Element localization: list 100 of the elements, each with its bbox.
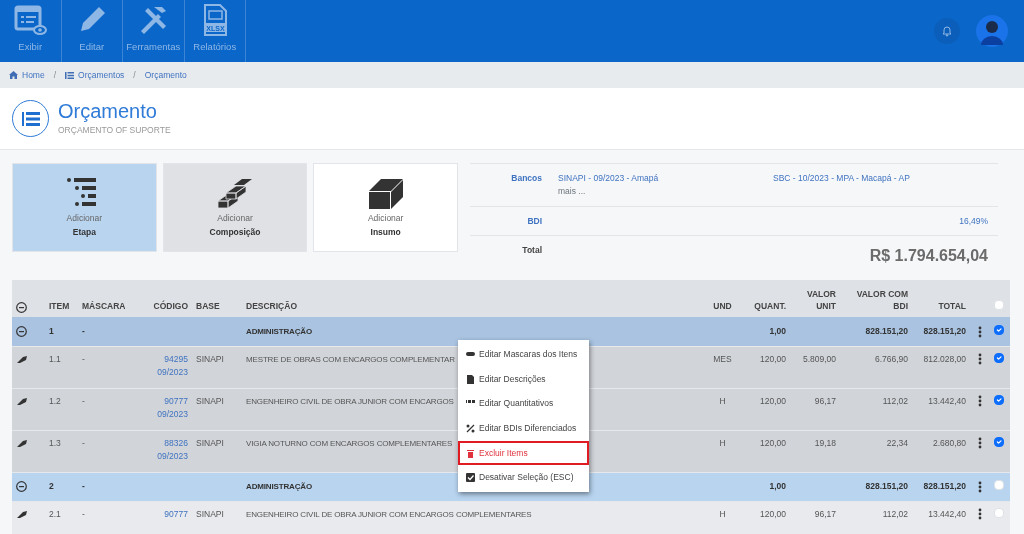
home-icon <box>9 71 18 79</box>
more-options-icon <box>978 437 982 450</box>
table-cell: 120,00 <box>760 508 786 519</box>
bank-link[interactable]: SBC - 10/2023 - MPA - Macapá - AP <box>773 172 988 185</box>
table-cell: VIGIA NOTURNO COM ENCARGOS COMPLEMENTARES <box>246 438 453 448</box>
column-header: QUANT. <box>745 280 790 317</box>
row-checkbox[interactable] <box>994 324 1004 335</box>
table-cell: - <box>82 481 85 492</box>
table-cell: ENGENHEIRO CIVIL DE OBRA JUNIOR COM ENCARGOS <box>246 396 454 406</box>
table-cell: 1.3 <box>49 437 61 448</box>
trash-icon <box>466 448 475 458</box>
trowel-icon <box>16 438 28 448</box>
add-action-button[interactable]: Adicionar Insumo <box>313 163 458 252</box>
table-cell: 5.809,00 <box>802 353 836 364</box>
column-header: UND <box>700 280 745 317</box>
table-cell: 96,17 <box>814 508 836 519</box>
table-cell: 6.766,90 <box>874 353 908 364</box>
menu-item[interactable]: Editar Descrições <box>458 366 589 392</box>
bank-link[interactable]: SINAPI - 09/2023 - Amapá <box>558 172 773 185</box>
table-cell: 1 <box>49 325 54 336</box>
menu-item[interactable]: Editar Mascaras dos Itens <box>458 342 589 367</box>
column-header: BASE <box>192 280 242 317</box>
list-icon <box>65 71 75 79</box>
table-cell: ADMINISTRAÇÃO <box>246 482 313 491</box>
table-cell: MES <box>713 353 732 364</box>
page-title: Orçamento <box>58 100 158 121</box>
trowel-icon <box>16 354 28 364</box>
column-header: MÁSCARA <box>78 280 130 317</box>
more-options-icon <box>978 395 982 408</box>
menu-item[interactable]: Editar BDIs Diferenciados <box>458 416 589 441</box>
field-label: Total <box>521 244 542 258</box>
table-cell: 1.1 <box>49 353 61 364</box>
table-cell: 112,02 <box>882 508 908 519</box>
field-label: BDI <box>526 214 542 228</box>
table-cell: ENGENHEIRO CIVIL DE OBRA JUNIOR COM ENCARGOS COMPLEMENTARES <box>246 509 532 519</box>
breadcrumb-link[interactable]: Orçamentos <box>65 68 125 82</box>
collapse-icon <box>16 301 27 313</box>
table-cell: 19,18 <box>814 437 836 448</box>
table-cell: ADMINISTRAÇÃO <box>246 326 313 336</box>
table-cell: 812.028,00 <box>923 353 966 364</box>
mask-icon <box>466 349 475 359</box>
table-cell: SINAPI <box>196 508 224 519</box>
table-cell: 828.151,20 <box>923 325 966 336</box>
table-cell: 2.680,80 <box>932 437 966 448</box>
column-header: CÓDIGO <box>130 280 192 317</box>
bdi-value: 16,49% <box>959 214 988 228</box>
more-options-icon <box>978 353 982 366</box>
table-cell: H <box>719 395 726 406</box>
add-action-button[interactable]: Adicionar Etapa <box>12 163 157 252</box>
table-cell: SINAPI <box>196 353 224 364</box>
breadcrumb-separator: / <box>133 68 136 82</box>
trowel-icon <box>16 509 28 519</box>
block-icon <box>366 176 405 211</box>
table-cell: 2 <box>49 481 54 492</box>
notifications-button[interactable] <box>934 18 960 44</box>
table-cell: 13.442,40 <box>928 508 966 519</box>
table-cell: 22,34 <box>886 437 908 448</box>
table-cell: SINAPI <box>196 437 224 448</box>
page-subtitle: ORÇAMENTO OF SUPORTE <box>58 123 171 137</box>
column-header: VALOR COM BDI <box>840 280 912 317</box>
table-cell: H <box>719 508 726 519</box>
menu-item[interactable]: Excluir Items <box>458 440 589 466</box>
more-options-icon <box>978 508 982 521</box>
column-header: TOTAL <box>912 280 970 317</box>
table-cell: 13.442,40 <box>928 395 966 406</box>
menu-item[interactable]: Desativar Seleção (ESC) <box>458 465 589 491</box>
collapse-icon <box>16 326 27 338</box>
user-avatar[interactable] <box>976 15 1008 47</box>
table-cell: 828.151,20 <box>923 481 966 492</box>
column-header: ITEM <box>45 280 78 317</box>
table-cell: - <box>82 508 85 519</box>
table-cell: - <box>82 325 85 336</box>
bell-icon <box>941 25 953 37</box>
table-cell: H <box>719 437 726 448</box>
table-cell: 1,00 <box>769 481 786 492</box>
table-cell: 120,00 <box>760 395 786 406</box>
column-header: DESCRIÇÃO <box>242 280 700 317</box>
collapse-icon <box>16 481 27 493</box>
add-action-button[interactable]: Adicionar Composição <box>162 163 308 252</box>
table-cell: 96,17 <box>814 395 836 406</box>
row-checkbox[interactable] <box>994 436 1004 447</box>
table-cell: 1.2 <box>49 395 61 406</box>
table-cell: 112,02 <box>882 395 908 406</box>
table-cell: MESTRE DE OBRAS COM ENCARGOS COMPLEMENTAR <box>246 354 455 364</box>
table-cell: 2.1 <box>49 508 61 519</box>
row-checkbox[interactable] <box>994 352 1004 363</box>
menu-item[interactable]: Editar Quantitativos <box>458 391 589 417</box>
table-cell: 828.151,20 <box>865 325 908 336</box>
table-cell: 120,00 <box>760 353 786 364</box>
row-checkbox[interactable] <box>994 394 1004 405</box>
breadcrumb-link[interactable]: Home <box>9 68 45 82</box>
checkbox-icon <box>466 473 475 483</box>
breadcrumb-separator: / <box>53 68 57 82</box>
more-options-icon <box>978 325 982 338</box>
more-link[interactable]: mais ... <box>558 184 988 198</box>
document-icon <box>466 374 475 384</box>
breadcrumb-link[interactable]: Orçamento <box>144 68 187 82</box>
list-icon <box>21 111 40 126</box>
column-header: VALOR UNIT <box>790 280 840 317</box>
field-label: Bancos <box>510 172 542 185</box>
